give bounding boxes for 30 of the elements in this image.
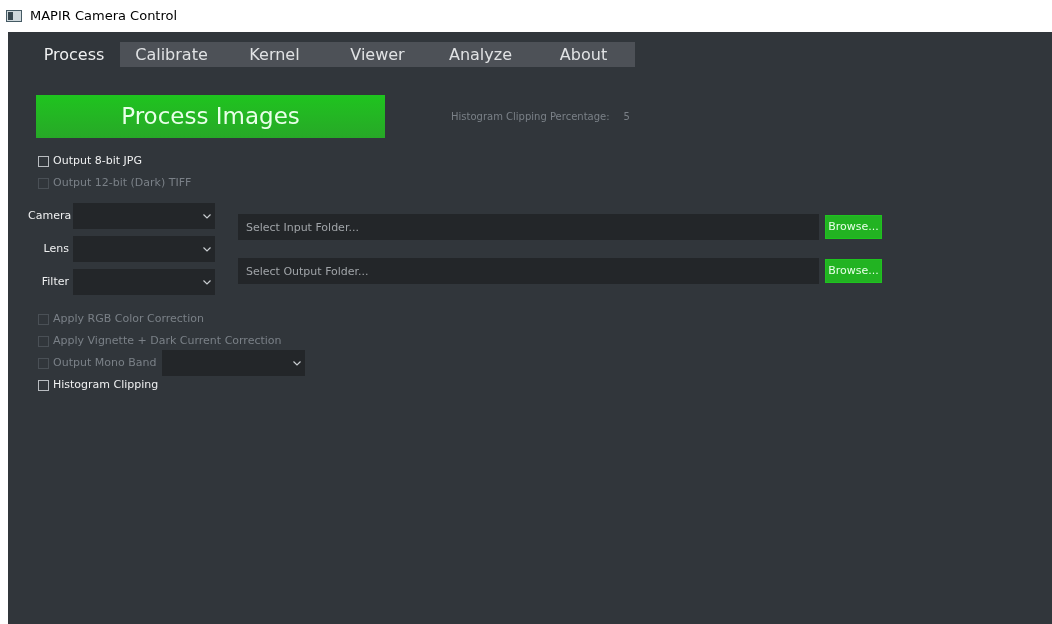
tab[interactable]: Viewer xyxy=(326,42,429,67)
checkbox[interactable] xyxy=(38,379,49,391)
tab[interactable]: Kernel xyxy=(223,42,326,67)
chevron-down-icon xyxy=(293,360,302,366)
histogram-percentage-label: Histogram Clipping Percentage: xyxy=(451,110,610,124)
histogram-percentage-value: 5 xyxy=(623,110,630,124)
checkbox-label: Apply RGB Color Correction xyxy=(53,310,204,327)
tab[interactable]: Analyze xyxy=(429,42,532,67)
dropdown[interactable] xyxy=(73,203,215,229)
checkbox-label: Apply Vignette + Dark Current Correction xyxy=(53,332,282,349)
checkbox-label: Output Mono Band xyxy=(53,354,157,371)
chevron-down-icon xyxy=(203,213,211,219)
dropdown[interactable] xyxy=(73,236,215,262)
folder-path-field[interactable]: Select Output Folder... xyxy=(238,258,819,284)
field-label: Camera xyxy=(28,207,73,224)
folder-path-field[interactable]: Select Input Folder... xyxy=(238,214,819,240)
checkbox-label: Output 8-bit JPG xyxy=(53,152,142,169)
tab[interactable]: About xyxy=(532,42,635,67)
field-label: Filter xyxy=(40,273,70,290)
chevron-down-icon xyxy=(203,246,211,252)
checkbox-label: Output 12-bit (Dark) TIFF xyxy=(53,174,192,191)
checkbox[interactable] xyxy=(38,155,49,167)
field-label: Lens xyxy=(42,240,70,257)
dropdown[interactable] xyxy=(73,269,215,295)
window-title: MAPIR Camera Control xyxy=(30,7,178,26)
tab[interactable]: Calibrate xyxy=(120,42,223,67)
app-icon xyxy=(6,10,22,22)
dropdown[interactable] xyxy=(162,350,306,376)
checkbox-label: Histogram Clipping xyxy=(53,376,159,393)
chevron-down-icon xyxy=(203,279,211,285)
